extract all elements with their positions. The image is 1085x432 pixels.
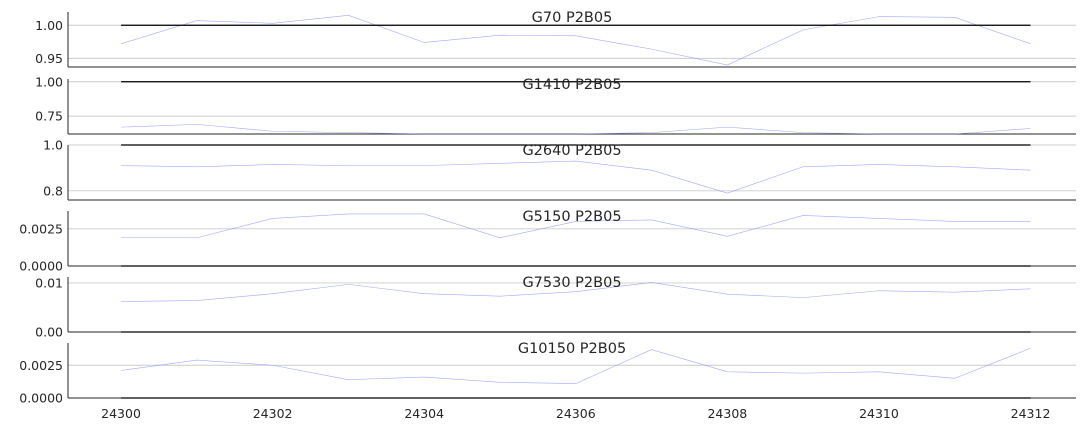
y-tick-label: 0.0000	[19, 391, 63, 406]
x-tick-label: 24306	[556, 406, 596, 421]
y-tick-label: 1.00	[35, 18, 63, 33]
series-line	[121, 124, 1031, 135]
x-tick-label: 24310	[859, 406, 899, 421]
panel-title: G5150 P2B05	[522, 209, 621, 225]
panel-title: G2640 P2B05	[522, 143, 621, 159]
x-tick-label: 24312	[1011, 406, 1051, 421]
x-tick-label: 24300	[101, 406, 141, 421]
panel-title: G10150 P2B05	[518, 341, 626, 357]
x-tick-label: 24304	[404, 406, 444, 421]
y-tick-label: 0.95	[35, 51, 63, 66]
y-tick-label: 1.0	[43, 138, 63, 153]
y-tick-label: 0.00	[35, 325, 63, 340]
multi-panel-line-chart: 0.95 1.00 G70 P2B05 0.75 1.00 G1410 P2B05 0.8 1…	[19, 10, 1076, 421]
y-tick-label: 0.0025	[19, 358, 63, 373]
y-tick-label: 0.0000	[19, 259, 63, 274]
y-tick-label: 0.0025	[19, 221, 63, 236]
series-line	[121, 160, 1031, 194]
y-tick-label: 0.01	[35, 275, 63, 290]
panel-title: G70 P2B05	[532, 10, 613, 26]
y-tick-label: 0.8	[43, 183, 63, 198]
panel-title: G7530 P2B05	[522, 275, 621, 291]
panel-title: G1410 P2B05	[522, 77, 621, 93]
y-tick-label: 1.00	[35, 74, 63, 89]
x-tick-label: 24302	[253, 406, 293, 421]
x-tick-label: 24308	[707, 406, 747, 421]
y-tick-label: 0.75	[35, 109, 63, 124]
